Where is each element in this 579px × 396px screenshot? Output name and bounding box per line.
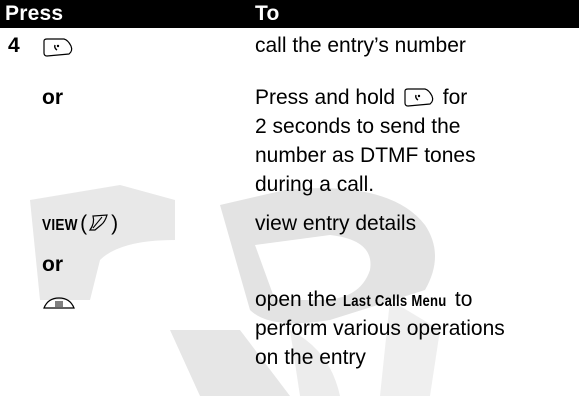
view-key: VIEW( ): [42, 209, 118, 240]
header-to: To: [255, 2, 280, 25]
row2-text-before: Press and hold: [255, 86, 396, 109]
menu-key-icon: [42, 289, 76, 318]
row2-line1: Press and hold for: [255, 83, 467, 112]
row2-line3: number as DTMF tones: [255, 144, 476, 167]
send-key-icon: [42, 33, 74, 62]
paren-open: (: [80, 212, 88, 235]
row2-line4: during a call.: [255, 173, 375, 196]
paren-close: ): [111, 212, 119, 235]
row2-text-after: for: [442, 86, 468, 109]
send-key-icon: [404, 88, 434, 108]
row3-description: view entry details: [255, 212, 417, 235]
or-label-2: or: [42, 253, 63, 276]
table-header: Press To: [0, 0, 579, 28]
view-key-label: VIEW: [42, 217, 78, 234]
right-soft-key-icon: [88, 214, 108, 232]
row1-description: call the entry’s number: [255, 34, 466, 57]
step-number: 4: [8, 34, 20, 57]
row5-line2: perform various operations: [255, 317, 505, 340]
row5-line1: open the Last Calls Menu to: [255, 285, 472, 316]
last-calls-menu-label: Last Calls Menu: [342, 293, 447, 310]
row5-line3: on the entry: [255, 346, 366, 369]
row5-text-after: to: [454, 288, 473, 311]
row2-line2: 2 seconds to send the: [255, 115, 461, 138]
or-label-1: or: [42, 86, 63, 109]
header-press: Press: [5, 2, 64, 25]
row5-text-before: open the: [255, 288, 337, 311]
